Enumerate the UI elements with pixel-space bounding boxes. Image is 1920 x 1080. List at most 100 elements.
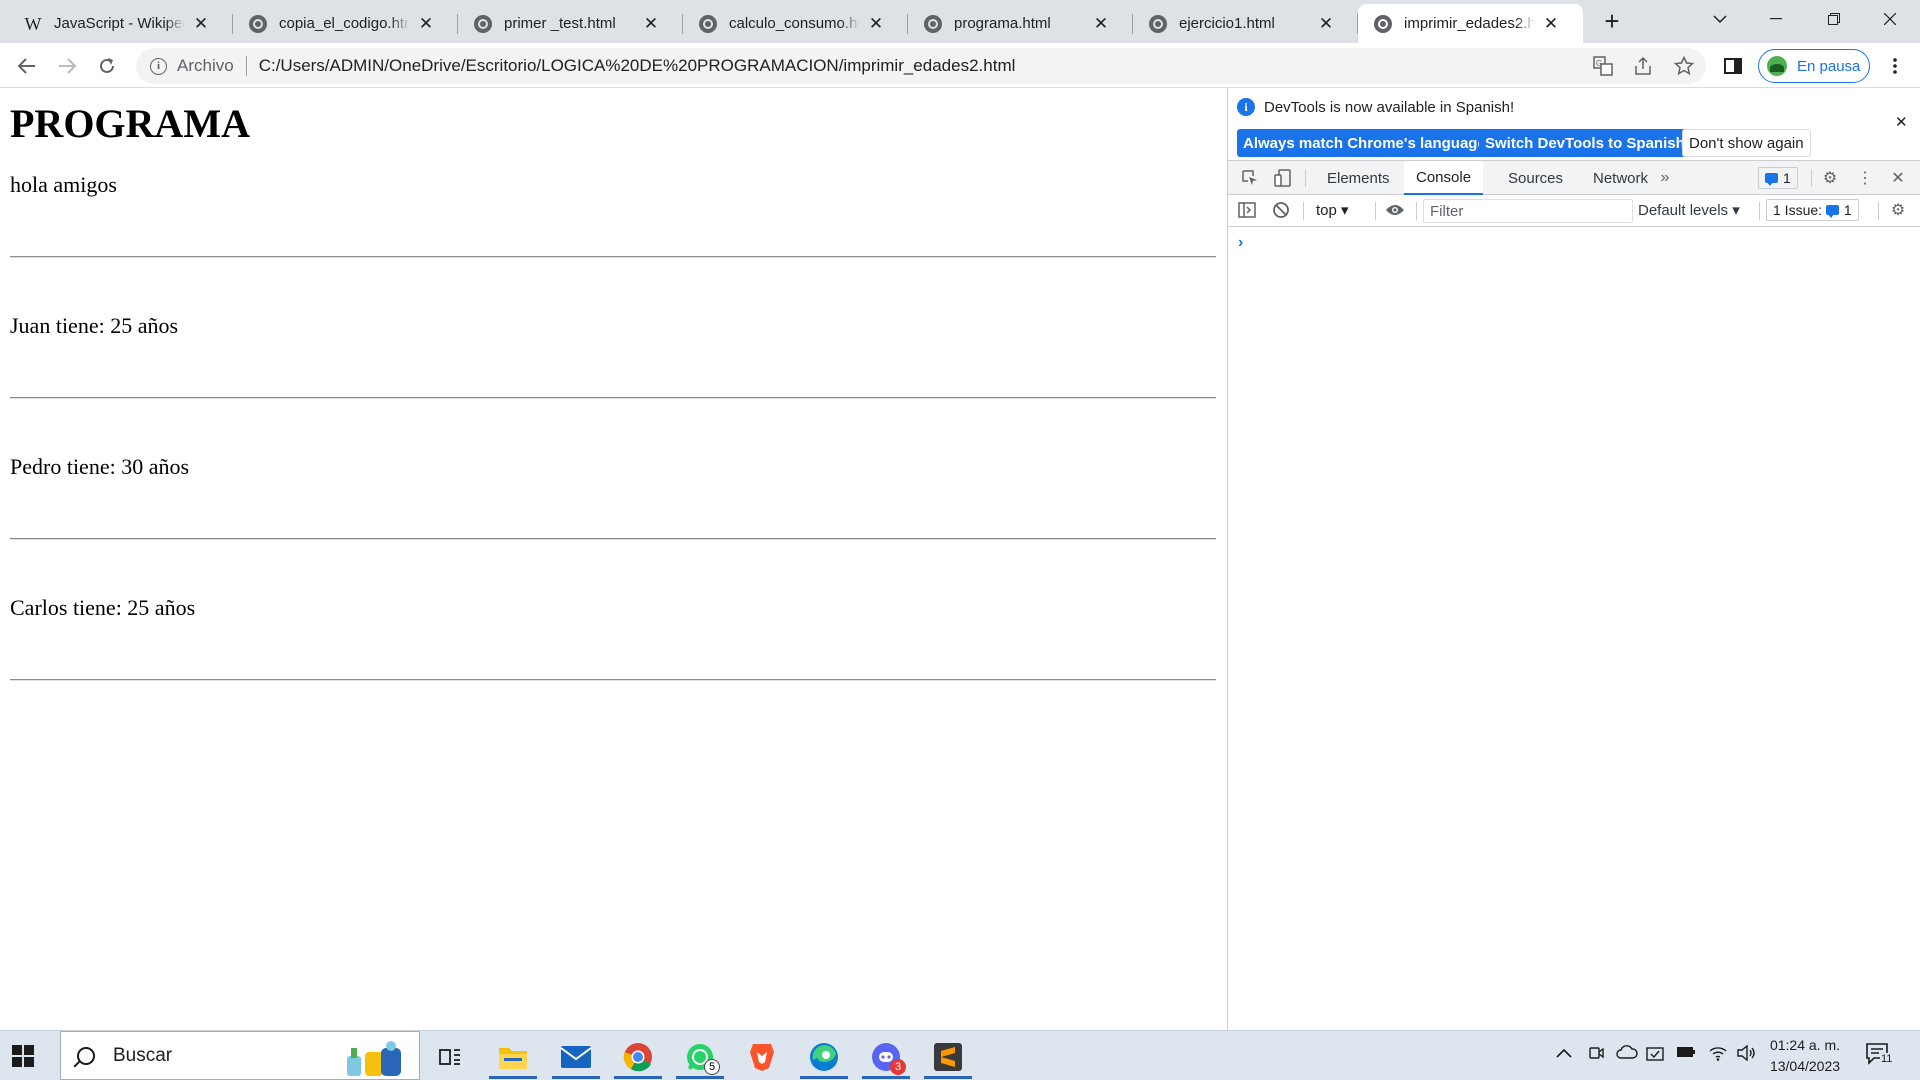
tab-programa[interactable]: programa.html ✕ [908,4,1133,43]
issues-label: 1 Issue: [1773,202,1823,218]
tab-elements[interactable]: Elements [1315,161,1402,195]
close-icon[interactable]: ✕ [416,14,436,34]
site-info-icon[interactable]: i [150,57,167,75]
tab-title: copia_el_codigo.html [279,15,410,32]
switch-to-spanish-button[interactable]: Switch DevTools to Spanish [1479,129,1691,157]
tab-calculo-consumo[interactable]: calculo_consumo.html ✕ [683,4,908,43]
tab-network[interactable]: Network [1581,161,1660,195]
age-entry: Carlos tiene: 25 años [10,595,196,620]
tab-ejercicio1[interactable]: ejercicio1.html ✕ [1133,4,1358,43]
more-tabs-icon[interactable]: » [1654,168,1676,188]
scheme-label: Archivo [177,56,234,75]
tab-imprimir-edades2[interactable]: imprimir_edades2.html ✕ [1358,4,1583,43]
message-icon [1765,173,1778,186]
tab-copia-el-codigo[interactable]: copia_el_codigo.html ✕ [233,4,458,43]
tab-title: imprimir_edades2.html [1404,15,1535,32]
edge-icon[interactable] [798,1035,850,1079]
show-hidden-icons-chevron-icon[interactable] [1556,1045,1572,1063]
kebab-menu-icon[interactable]: ⋮ [1854,168,1876,188]
device-toolbar-icon[interactable] [1272,168,1294,188]
age-entry: Pedro tiene: 30 años [10,454,190,479]
sidebar-toggle-icon[interactable] [1236,200,1258,220]
divider [10,397,1216,399]
tab-strip: W JavaScript - Wikipedia ✕ copia_el_codi… [0,0,1920,43]
tab-javascript-wikipedia[interactable]: W JavaScript - Wikipedia ✕ [8,4,233,43]
chrome-icon[interactable] [612,1035,664,1079]
restore-button[interactable] [1806,0,1862,38]
close-icon[interactable]: ✕ [1895,113,1908,131]
log-levels-dropdown[interactable]: Default levels ▾ [1638,201,1740,219]
meet-now-icon[interactable] [1588,1045,1604,1066]
settings-gear-icon[interactable]: ⚙ [1819,168,1841,188]
taskbar-search[interactable]: Buscar [60,1031,420,1080]
file-explorer-icon[interactable] [487,1035,539,1079]
match-language-button[interactable]: Always match Chrome's language [1237,129,1492,157]
defender-icon[interactable] [1646,1045,1664,1068]
whatsapp-icon[interactable]: 5 [674,1035,726,1079]
sublime-text-icon[interactable] [922,1035,974,1079]
close-icon[interactable]: ✕ [1091,14,1111,34]
task-view-icon[interactable] [424,1035,476,1079]
battery-icon[interactable] [1676,1045,1696,1063]
close-icon[interactable]: ✕ [1316,14,1336,34]
divider [10,256,1216,258]
discord-icon[interactable]: 3 [860,1035,912,1079]
discord-badge: 3 [890,1059,906,1075]
dont-show-again-button[interactable]: Don't show again [1682,129,1811,157]
filter-input[interactable] [1423,199,1633,223]
system-clock[interactable]: 01:24 a. m. 13/04/2023 [1760,1035,1850,1077]
close-icon[interactable]: ✕ [1541,14,1561,34]
back-button[interactable] [12,51,42,81]
issues-link[interactable]: 1 Issue: 1 [1766,199,1859,221]
eye-icon[interactable] [1384,200,1406,220]
reload-button[interactable] [92,51,122,81]
close-icon[interactable]: ✕ [641,14,661,34]
levels-value: Default levels [1638,202,1729,219]
profile-button[interactable]: En pausa [1758,49,1870,83]
svg-text:G: G [1596,59,1602,68]
minimize-button[interactable] [1748,0,1804,38]
globe-icon [1149,14,1167,33]
tab-sources[interactable]: Sources [1496,161,1575,195]
translate-icon[interactable]: G [1592,55,1614,77]
browser-menu-icon[interactable] [1880,51,1910,81]
age-entry: Juan tiene: 25 años [10,313,179,338]
console-settings-icon[interactable]: ⚙ [1887,200,1909,220]
whatsapp-badge: 5 [704,1059,720,1075]
forward-button[interactable] [52,51,82,81]
tab-console[interactable]: Console [1404,161,1484,195]
banner-text: DevTools is now available in Spanish! [1264,99,1515,116]
divider [10,679,1216,681]
close-window-button[interactable] [1862,0,1918,38]
issues-counter-button[interactable]: 1 [1758,167,1798,189]
close-devtools-icon[interactable]: ✕ [1887,168,1909,188]
address-bar[interactable]: i Archivo C:/Users/ADMIN/OneDrive/Escrit… [136,48,1706,84]
url-text[interactable]: C:/Users/ADMIN/OneDrive/Escritorio/LOGIC… [259,56,1016,76]
bookmark-star-icon[interactable] [1673,55,1695,77]
context-selector[interactable]: top ▾ [1316,201,1349,219]
volume-icon[interactable] [1736,1044,1756,1066]
close-icon[interactable]: ✕ [866,14,886,34]
inspect-element-icon[interactable] [1239,168,1261,188]
tab-search-chevron-icon[interactable] [1692,0,1748,38]
wifi-icon[interactable] [1708,1045,1728,1066]
info-icon: i [1237,98,1255,116]
share-icon[interactable] [1632,55,1654,77]
globe-icon [474,14,492,33]
clear-console-icon[interactable] [1270,200,1292,220]
windows-taskbar: Buscar 5 3 01:24 a. m. 13/04/2023 11 [0,1030,1920,1080]
new-tab-button[interactable]: + [1598,8,1626,36]
console-prompt[interactable]: › [1238,234,1243,252]
issues-badge: 1 [1843,202,1852,218]
windows-start-icon[interactable] [12,1045,34,1067]
tab-primer-test[interactable]: primer _test.html ✕ [458,4,683,43]
mail-icon[interactable] [550,1035,602,1079]
onedrive-cloud-icon[interactable] [1616,1045,1638,1064]
notification-count: 11 [1880,1053,1894,1065]
brave-icon[interactable] [736,1035,788,1079]
console-toolbar: top ▾ Default levels ▾ 1 Issue: 1 ⚙ [1228,195,1920,227]
close-icon[interactable]: ✕ [191,14,211,34]
side-panel-icon[interactable] [1718,51,1748,81]
message-icon [1825,205,1839,218]
notifications-button[interactable]: 11 [1866,1043,1896,1069]
